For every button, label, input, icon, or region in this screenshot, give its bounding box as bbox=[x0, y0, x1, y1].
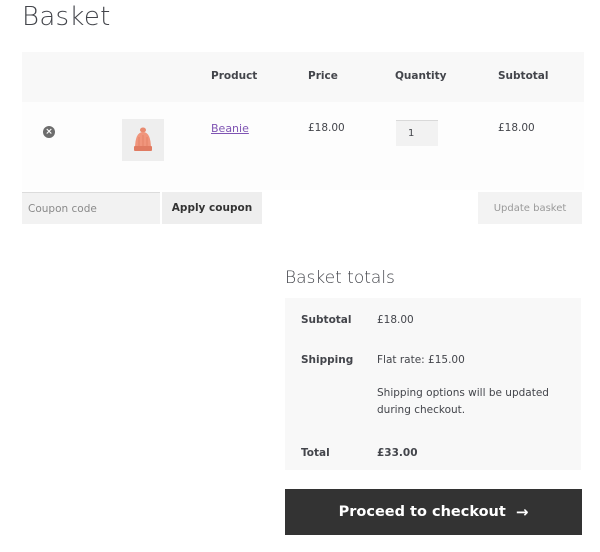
arrow-right-icon: → bbox=[515, 502, 529, 521]
remove-item-icon[interactable]: × bbox=[43, 126, 55, 138]
checkout-label: Proceed to checkout bbox=[338, 504, 506, 520]
subtotal-label: Subtotal bbox=[301, 314, 352, 326]
coupon-code-input[interactable] bbox=[22, 192, 160, 224]
page-title: Basket bbox=[22, 2, 111, 32]
update-basket-button[interactable]: Update basket bbox=[478, 192, 582, 224]
quantity-input[interactable] bbox=[396, 120, 438, 146]
header-price: Price bbox=[308, 70, 338, 82]
table-row: × Beanie £18.00 £18.00 bbox=[22, 102, 584, 190]
cart-table-header: Product Price Quantity Subtotal bbox=[22, 52, 584, 102]
product-link[interactable]: Beanie bbox=[211, 122, 249, 135]
beanie-image bbox=[134, 127, 152, 151]
proceed-to-checkout-button[interactable]: Proceed to checkout → bbox=[285, 489, 582, 535]
cart-table: Product Price Quantity Subtotal × Beanie… bbox=[22, 52, 584, 190]
item-price: £18.00 bbox=[308, 122, 345, 134]
basket-totals-title: Basket totals bbox=[285, 268, 395, 288]
header-subtotal: Subtotal bbox=[498, 70, 549, 82]
header-product: Product bbox=[211, 70, 258, 82]
basket-totals-table: Subtotal £18.00 Shipping Flat rate: £15.… bbox=[285, 298, 581, 470]
apply-coupon-button[interactable]: Apply coupon bbox=[162, 192, 262, 224]
total-value: £33.00 bbox=[377, 447, 418, 459]
item-subtotal: £18.00 bbox=[498, 122, 535, 134]
shipping-note: Shipping options will be updated during … bbox=[377, 387, 549, 416]
shipping-value: Flat rate: £15.00 bbox=[377, 354, 465, 366]
product-thumbnail[interactable] bbox=[122, 119, 164, 161]
total-label: Total bbox=[301, 447, 330, 459]
header-quantity: Quantity bbox=[395, 70, 447, 82]
shipping-label: Shipping bbox=[301, 354, 354, 366]
subtotal-value: £18.00 bbox=[377, 314, 414, 326]
